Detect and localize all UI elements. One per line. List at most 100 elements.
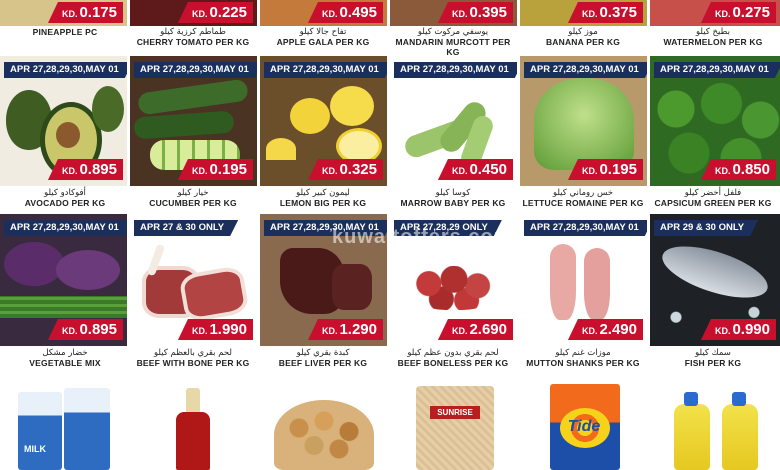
milk-label: MILK <box>24 444 46 454</box>
eggplant-image <box>4 242 64 286</box>
date-tag: APR 27,28,29,30,MAY 01 <box>134 62 257 78</box>
avocado-seed-image <box>56 122 80 148</box>
date-tag: APR 27 & 30 ONLY <box>134 220 238 236</box>
caption-beef-boneless: لحم بقري بدون عظم كيلو BEEF BONELESS PER … <box>397 348 509 368</box>
caption-lettuce: خس روماني كيلو LETTUCE ROMAINE PER KG <box>522 188 644 208</box>
caption-beef-liver: كبدة بقري كيلو BEEF LIVER PER KG <box>278 348 368 368</box>
product-tile-tide[interactable]: Tide <box>520 378 647 470</box>
price-tag: KD. 0.195 <box>567 159 643 180</box>
caption-mandarin: يوسفي مركوت كيلو MANDARIN MURCOTT PER KG <box>395 27 511 57</box>
avocado-image-2 <box>92 86 124 132</box>
price-tag: KD. 0.850 <box>700 159 776 180</box>
price-tag: KD. 0.275 <box>700 2 776 23</box>
product-tile-mutton-shanks[interactable]: APR 27,28,29,30,MAY 01 KD. 2.490 <box>520 214 647 346</box>
liver-image-2 <box>332 264 372 310</box>
price-tag: KD. 0.395 <box>437 2 513 23</box>
caption-cucumber: خيار كيلو CUCUMBER PER KG <box>149 188 237 208</box>
caption-watermelon: بطيخ كيلو WATERMELON PER KG <box>663 27 763 47</box>
date-tag: APR 27,28,29,30,MAY 01 <box>264 62 387 78</box>
cucumber-image <box>137 78 249 116</box>
price-tag: KD. 0.225 <box>177 2 253 23</box>
product-tile-cherry-tomato[interactable]: KD. 0.225 <box>130 0 257 26</box>
beef-cubes-image <box>412 266 496 310</box>
product-tile-lettuce[interactable]: APR 27,28,29,30,MAY 01 KD. 0.195 <box>520 56 647 186</box>
product-tile-dish-soap[interactable] <box>650 378 780 470</box>
caption-avocado: أفوكادو كيلو AVOCADO PER KG <box>24 188 106 208</box>
price-tag: KD. 0.895 <box>47 159 123 180</box>
product-tile-capsicum[interactable]: APR 27,28,29,30,MAY 01 KD. 0.850 <box>650 56 780 186</box>
product-tile-marrow[interactable]: APR 27,28,29,30,MAY 01 KD. 0.450 <box>390 56 517 186</box>
rice-bag-image <box>416 386 494 470</box>
date-tag: APR 29 & 30 ONLY <box>654 220 758 236</box>
caption-apple-gala: تفاح جالا كيلو APPLE GALA PER KG <box>276 27 370 47</box>
price-tag: KD. 1.290 <box>307 319 383 340</box>
mutton-shank-image-2 <box>584 248 610 320</box>
price-tag: KD. 0.175 <box>47 2 123 23</box>
price-tag: KD. 2.490 <box>567 319 643 340</box>
caption-capsicum: فلفل أخضر كيلو CAPSICUM GREEN PER KG <box>654 188 772 208</box>
eggplant-image-2 <box>56 250 120 290</box>
caption-fish: سمك كيلو FISH PER KG <box>684 348 742 368</box>
product-tile-cucumber[interactable]: APR 27,28,29,30,MAY 01 KD. 0.195 <box>130 56 257 186</box>
date-tag: APR 27,28,29,30,MAY 01 <box>524 62 647 78</box>
row-grocery-bottom: MILK SUNRISE Tide <box>0 378 780 470</box>
product-tile-fish[interactable]: APR 29 & 30 ONLY KD. 0.990 <box>650 214 780 346</box>
date-tag: APR 27,28,29,30,MAY 01 <box>394 62 517 78</box>
caption-pineapple: PINEAPPLE PC <box>32 27 98 37</box>
product-tile-avocado[interactable]: APR 27,28,29,30,MAY 01 KD. 0.895 <box>0 56 127 186</box>
price-tag: KD. 0.375 <box>567 2 643 23</box>
rice-bag-brand-label: SUNRISE <box>430 406 480 419</box>
date-tag: APR 27,28,29,30,MAY 01 <box>4 220 127 236</box>
lemon-image <box>290 98 330 134</box>
product-tile-pineapple[interactable]: KD. 0.175 <box>0 0 127 26</box>
price-tag: KD. 0.895 <box>47 319 123 340</box>
price-tag: KD. 0.495 <box>307 2 383 23</box>
price-tag: KD. 2.690 <box>437 319 513 340</box>
product-tile-lemon[interactable]: APR 27,28,29,30,MAY 01 KD. 0.325 <box>260 56 387 186</box>
lemon-half-image <box>336 128 382 164</box>
product-tile-rice-bag[interactable]: SUNRISE <box>390 378 517 470</box>
cucumber-image-2 <box>133 110 235 140</box>
caption-lemon: ليمون كبير كيلو LEMON BIG PER KG <box>279 188 367 208</box>
caption-beef-with-bone: لحم بقري بالعظم كيلو BEEF WITH BONE PER K… <box>136 348 250 368</box>
price-tag: KD. 0.450 <box>437 159 513 180</box>
caption-cherry-tomato: طماطم كرزية كيلو CHERRY TOMATO PER KG <box>136 27 250 47</box>
soap-cap-image-2 <box>732 392 746 406</box>
lettuce-image <box>534 78 634 170</box>
watermark-text: kuwaitoffers.com <box>332 226 513 248</box>
row-vegetables: APR 27,28,29,30,MAY 01 KD. 0.895 APR 27,2… <box>0 56 780 216</box>
product-tile-mandarin[interactable]: KD. 0.395 <box>390 0 517 26</box>
product-tile-vegetable-mix[interactable]: APR 27,28,29,30,MAY 01 KD. 0.895 <box>0 214 127 346</box>
price-tag: KD. 0.195 <box>177 159 253 180</box>
product-tile-beef-with-bone[interactable]: APR 27 & 30 ONLY KD. 1.990 <box>130 214 257 346</box>
product-tile-syrup[interactable] <box>130 378 257 470</box>
product-tile-banana[interactable]: KD. 0.375 <box>520 0 647 26</box>
row-fruits-top: KD. 0.175 KD. 0.225 KD. 0.495 KD. 0.395 KD. 0… <box>0 0 780 57</box>
nuts-bowl-image <box>274 400 374 470</box>
product-tile-milk[interactable]: MILK <box>0 378 127 470</box>
soap-bottle-image-2 <box>722 404 758 470</box>
caption-vegetable-mix: خضار مشكل VEGETABLE MIX <box>29 348 101 368</box>
caption-marrow: كوسا كيلو MARROW BABY PER KG <box>400 188 506 208</box>
caption-banana: موز كيلو BANANA PER KG <box>545 27 621 47</box>
mutton-shank-image <box>550 244 576 320</box>
soap-cap-image <box>684 392 698 406</box>
lemon-wedge-image <box>266 138 296 160</box>
bottle-neck-image <box>186 388 200 414</box>
bottle-image <box>176 412 210 470</box>
milk-carton-image-2 <box>64 388 110 470</box>
date-tag: APR 27,28,29,30,MAY 01 <box>524 220 647 236</box>
price-tag: KD. 0.990 <box>700 319 776 340</box>
product-tile-mixed-nuts[interactable] <box>260 378 387 470</box>
tide-logo-text: Tide <box>567 418 601 435</box>
caption-mutton-shanks: موزات غنم كيلو MUTTON SHANKS PER KG <box>526 348 640 368</box>
green-bean-image <box>0 296 127 318</box>
product-tile-watermelon[interactable]: KD. 0.275 <box>650 0 780 26</box>
price-tag: KD. 1.990 <box>177 319 253 340</box>
product-tile-apple-gala[interactable]: KD. 0.495 <box>260 0 387 26</box>
lemon-image-2 <box>330 86 374 126</box>
date-tag: APR 27,28,29,30,MAY 01 <box>4 62 127 78</box>
milk-carton-image <box>18 392 62 470</box>
price-tag: KD. 0.325 <box>307 159 383 180</box>
soap-bottle-image <box>674 404 710 470</box>
